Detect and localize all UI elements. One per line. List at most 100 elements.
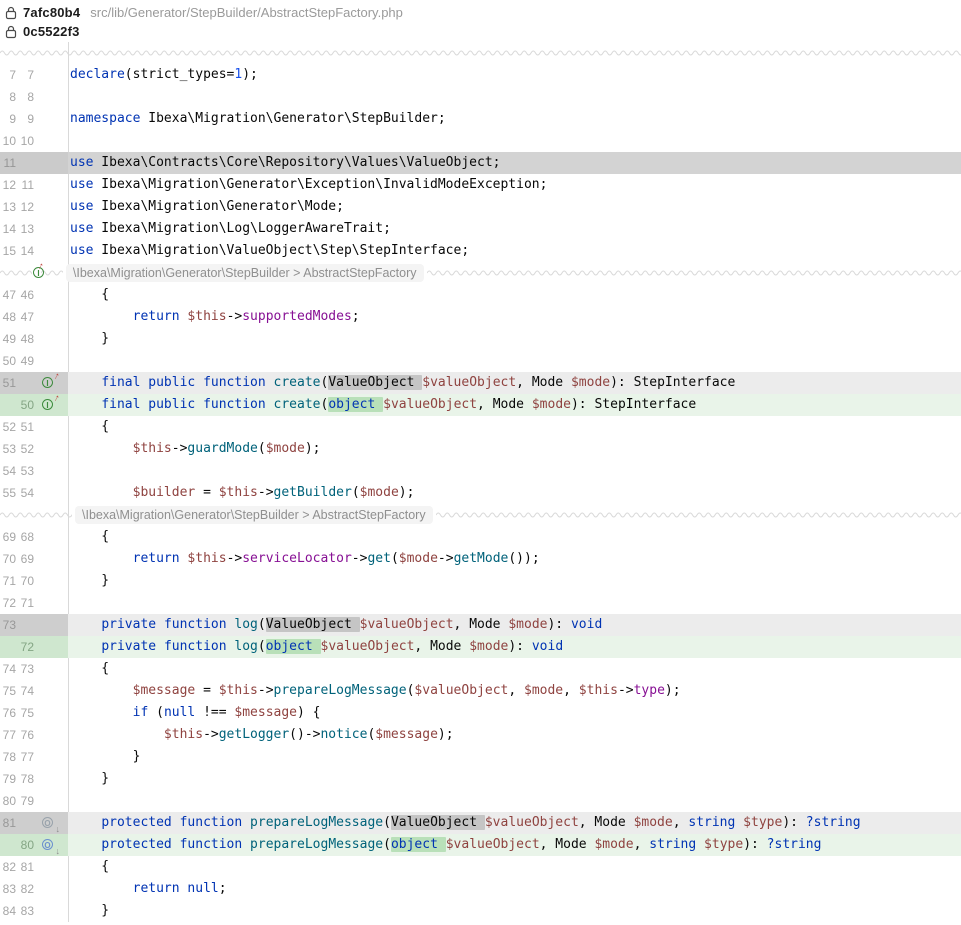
gutter: 4847 [0,306,68,328]
new-line-number: 81 [16,860,34,874]
code-line [68,86,961,108]
collapsed-region-wave[interactable] [0,511,72,519]
old-line-number: 74 [0,662,16,676]
code-line: return null; [68,878,961,900]
collapsed-region-breadcrumb[interactable]: \Ibexa\Migration\Generator\StepBuilder >… [75,506,433,524]
old-line-number: 12 [0,178,16,192]
code-line: $this->guardMode($mode); [68,438,961,460]
old-line-number: 72 [0,596,16,610]
diff-line: 5554 $builder = $this->getBuilder($mode)… [0,482,961,504]
diff-line: 72 private function log(object $valueObj… [0,636,961,658]
code-line [68,592,961,614]
diff-line: 5251 { [0,416,961,438]
collapsed-region-wave[interactable] [427,269,961,277]
code-token: private [101,639,156,654]
code-token: , [673,815,689,830]
lock-icon [5,6,18,20]
old-line-number: 47 [0,288,16,302]
gutter: 88 [0,86,68,108]
overridden-method-icon[interactable]: O↓ [41,837,57,853]
old-line-number: 48 [0,310,16,324]
collapsed-region-wave[interactable] [0,269,32,277]
word-diff-highlight: object [328,397,383,412]
code-token: Ibexa\Migration\Generator\Mode; [93,199,343,214]
gutter: 5554 [0,482,68,504]
code-token: $builder [133,485,196,500]
implements-method-icon[interactable]: I↑ [41,375,57,391]
code-token: ): StepInterface [571,397,696,412]
code-token: , [634,837,650,852]
old-line-number: 77 [0,728,16,742]
overridden-method-icon[interactable]: O↓ [41,815,57,831]
code-token: -> [227,309,243,324]
code-token: declare [70,67,125,82]
collapsed-region-wave[interactable] [0,49,961,57]
new-line-number: 71 [16,596,34,610]
code-token: public [148,375,195,390]
gutter: 4746 [0,284,68,306]
code-token [70,441,133,456]
gutter: 50I↑ [0,394,68,416]
code-token: string [688,815,735,830]
code-token [70,309,133,324]
collapsed-region-separator[interactable]: \Ibexa\Migration\Generator\StepBuilder >… [0,504,961,526]
old-line-number: 10 [0,134,16,148]
code-line: { [68,856,961,878]
gutter: 1312 [0,196,68,218]
collapsed-region-wave[interactable] [41,269,63,277]
code-token [70,639,101,654]
code-token: $valueObject [360,617,454,632]
collapsed-region-breadcrumb[interactable]: \Ibexa\Migration\Generator\StepBuilder >… [66,264,424,282]
new-line-number: 9 [16,112,34,126]
gutter-icon-slot: O↓ [34,837,64,853]
code-token: { [70,529,109,544]
implements-method-icon[interactable]: I↑ [41,397,57,413]
new-line-number: 48 [16,332,34,346]
code-token: use [70,177,93,192]
code-token: $mode [266,441,305,456]
gutter: 8483 [0,900,68,922]
old-line-number: 75 [0,684,16,698]
collapsed-region-wave[interactable] [436,511,961,519]
old-line-number: 80 [0,794,16,808]
code-token: $mode [532,397,571,412]
code-token: ( [258,639,266,654]
diff-line: 4948 } [0,328,961,350]
code-token: null [164,705,195,720]
new-line-number: 83 [16,904,34,918]
diff-line: 1312use Ibexa\Migration\Generator\Mode; [0,196,961,218]
code-token: string [649,837,696,852]
code-token: ): StepInterface [610,375,735,390]
diff-line: 81O↓ protected function prepareLogMessag… [0,812,961,834]
code-token: create [274,375,321,390]
code-token [70,397,101,412]
code-line: } [68,768,961,790]
old-line-number: 7 [0,68,16,82]
code-token [242,815,250,830]
gutter: 11 [0,152,68,174]
code-token [156,617,164,632]
code-token: log [234,639,257,654]
new-line-number: 79 [16,794,34,808]
code-token [266,375,274,390]
code-token: } [70,331,109,346]
old-line-number: 76 [0,706,16,720]
commit-row-old: 7afc80b4 src/lib/Generator/StepBuilder/A… [0,3,961,22]
new-line-number: 7 [16,68,34,82]
new-line-number: 10 [16,134,34,148]
old-line-number: 49 [0,332,16,346]
new-line-number: 77 [16,750,34,764]
diff-line: 1211use Ibexa\Migration\Generator\Except… [0,174,961,196]
old-line-number: 83 [0,882,16,896]
gutter: 7978 [0,768,68,790]
diff-line: 7877 } [0,746,961,768]
gutter: 7675 [0,702,68,724]
code-token: } [70,771,109,786]
collapsed-region-separator[interactable] [0,42,961,64]
code-token [70,837,101,852]
code-line: { [68,416,961,438]
code-token: Ibexa\Migration\Generator\Exception\Inva… [93,177,547,192]
collapsed-region-separator[interactable]: I↑ \Ibexa\Migration\Generator\StepBuilder… [0,262,961,284]
code-line: declare(strict_types=1); [68,64,961,86]
implements-method-icon[interactable]: I↑ [32,265,41,281]
